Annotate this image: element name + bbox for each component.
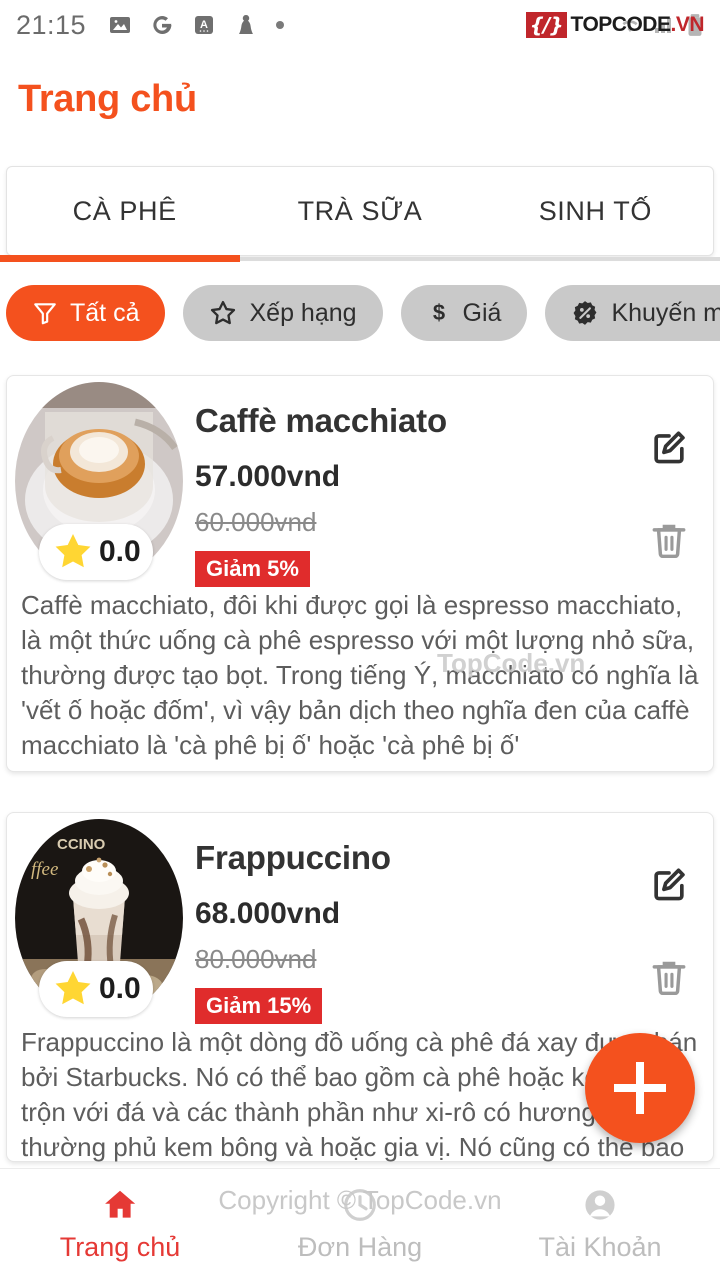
filter-chip-xep-hang[interactable]: Xếp hạng (183, 285, 383, 341)
product-old-price: 80.000vnd (195, 944, 317, 974)
trash-icon (652, 524, 686, 559)
active-tab-indicator (0, 255, 240, 262)
topcode-logo-text: TOPCODE.VN (570, 13, 705, 36)
discount-badge: Giảm 15% (195, 988, 323, 1024)
svg-text:CCINO: CCINO (57, 836, 106, 853)
rating-value: 0.0 (99, 972, 141, 1005)
product-name: Caffè macchiato (195, 402, 447, 439)
product-card-header: 0.0 Caffè macchiato 57.000vnd 60.000vnd … (7, 376, 713, 587)
discount-badge: Giảm 5% (195, 551, 310, 587)
filter-icon (34, 303, 56, 325)
plus-icon-vertical (636, 1062, 644, 1114)
svg-text:$: $ (432, 300, 444, 325)
discount-badge-icon (574, 301, 597, 325)
nav-item-trang-chu[interactable]: Trang chủ (0, 1186, 240, 1263)
filter-chip-label: Giá (462, 298, 502, 327)
filter-chip-row[interactable]: Tất cả Xếp hạng $ Giá Khuyến mãi (6, 284, 720, 342)
status-bar-notification-icons: A (108, 13, 285, 37)
bottom-navigation: Copyright © TopCode.vn Trang chủ Đơn Hàn… (0, 1168, 720, 1280)
photo-icon (110, 17, 131, 33)
filter-chip-label: Tất cả (70, 298, 140, 327)
dollar-icon: $ (432, 300, 444, 325)
nav-label: Đơn Hàng (297, 1232, 423, 1262)
product-info: Frappuccino 68.000vnd 80.000vnd Giảm 15% (195, 839, 391, 1024)
product-card[interactable]: 0.0 Caffè macchiato 57.000vnd 60.000vnd … (6, 375, 714, 772)
category-tabs: CÀ PHÊ TRÀ SỮA SINH TỐ (6, 166, 714, 256)
star-outline-icon (211, 300, 236, 325)
filter-chip-tat-ca[interactable]: Tất cả (6, 285, 166, 341)
star-icon (55, 534, 91, 568)
topcode-logo-badge: {/} (525, 12, 567, 38)
product-description: Caffè macchiato, đôi khi được gọi là esp… (21, 590, 699, 760)
product-info: Caffè macchiato 57.000vnd 60.000vnd Giảm… (195, 402, 447, 587)
status-bar-clock: 21:15 (16, 9, 87, 40)
clock-icon (344, 1189, 376, 1221)
status-bar: 21:15 A {/} TOPCODE.VN (0, 0, 720, 50)
product-old-price: 60.000vnd (195, 507, 317, 537)
filter-chip-label: Khuyến mãi (611, 298, 720, 327)
person-icon (585, 1190, 615, 1220)
status-bar-system-icons: {/} TOPCODE.VN (525, 12, 704, 38)
rating-value: 0.0 (99, 535, 141, 568)
filter-chip-label: Xếp hạng (249, 298, 357, 327)
delete-button[interactable] (647, 955, 691, 1004)
nav-item-don-hang[interactable]: Đơn Hàng (240, 1186, 480, 1263)
home-icon (105, 1190, 136, 1218)
topcode-watermark-status: {/} TOPCODE.VN (525, 12, 705, 38)
filter-chip-gia[interactable]: $ Giá (400, 285, 528, 341)
star-icon (55, 971, 91, 1005)
google-icon (153, 15, 172, 34)
nav-item-tai-khoan[interactable]: Tài Khoản (480, 1186, 720, 1263)
nav-label: Tài Khoản (538, 1232, 662, 1262)
translate-icon: A (195, 16, 214, 34)
svg-text:ffee: ffee (31, 859, 58, 880)
trash-icon (652, 961, 686, 996)
page-title: Trang chủ (18, 78, 197, 120)
svg-text:A: A (200, 19, 208, 31)
app-screen: 21:15 A {/} TOPCODE.VN Trang chủ CÀ PHÊ … (0, 0, 720, 1280)
product-name: Frappuccino (195, 839, 391, 876)
tab-sinh-to[interactable]: SINH TỐ (478, 196, 713, 227)
delete-button[interactable] (647, 518, 691, 567)
filter-chip-khuyen-mai[interactable]: Khuyến mãi (545, 285, 720, 341)
product-price: 57.000vnd (195, 460, 341, 493)
edit-icon (654, 868, 685, 901)
product-price: 68.000vnd (195, 897, 341, 930)
edit-button[interactable] (647, 424, 691, 473)
tab-tra-sua[interactable]: TRÀ SỮA (242, 196, 477, 227)
product-card-header: CCINO ffee 0.0 Frappuccino 68.000vnd 80.… (7, 813, 713, 1024)
edit-icon (654, 431, 685, 464)
add-product-fab[interactable] (585, 1033, 695, 1143)
pawn-icon (239, 14, 254, 34)
tab-ca-phe[interactable]: CÀ PHÊ (7, 196, 242, 227)
dot-icon (276, 21, 285, 29)
nav-label: Trang chủ (59, 1232, 181, 1262)
rating-badge: 0.0 (39, 961, 153, 1017)
rating-badge: 0.0 (39, 524, 153, 580)
edit-button[interactable] (647, 861, 691, 910)
tab-baseline (240, 257, 720, 261)
